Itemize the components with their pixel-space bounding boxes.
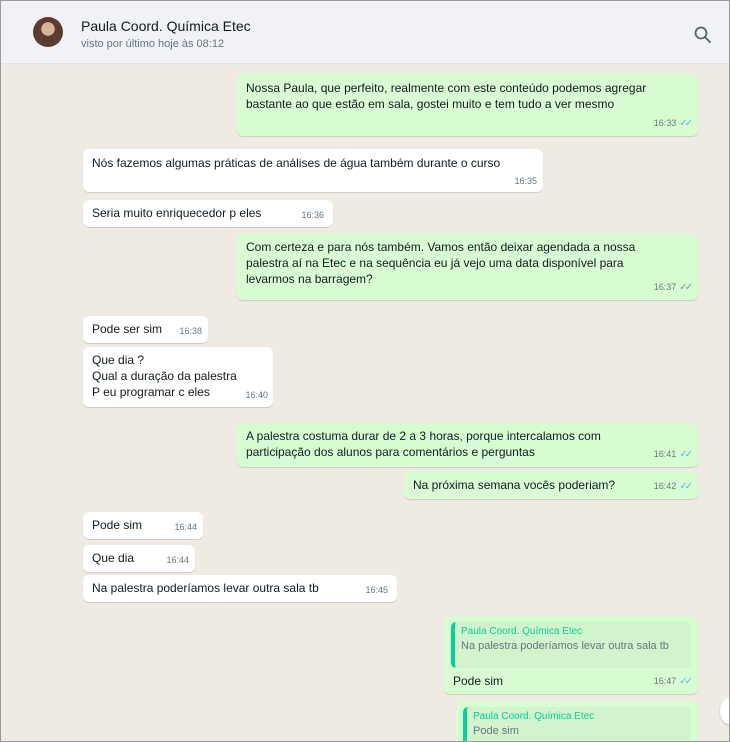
message-time: 16:45 — [365, 585, 388, 595]
message-incoming[interactable]: Pode sim 16:44 — [83, 512, 203, 539]
double-check-icon: ✓✓ — [679, 481, 693, 492]
message-meta: 16:33 ✓✓ — [653, 115, 693, 132]
message-incoming[interactable]: Que dia ? Qual a duração da palestra P e… — [83, 347, 273, 407]
chat-window: Paula Coord. Química Etec visto por últi… — [0, 0, 730, 742]
quoted-message[interactable]: Paula Coord. Química Etec Pode sim — [463, 707, 691, 741]
quoted-message[interactable]: Paula Coord. Química Etec Na palestra po… — [451, 622, 691, 668]
message-meta: 16:37 ✓✓ — [653, 279, 693, 296]
search-button[interactable] — [691, 23, 715, 47]
message-incoming[interactable]: Nós fazemos algumas práticas de análises… — [83, 149, 543, 192]
quoted-author: Paula Coord. Química Etec — [461, 626, 583, 637]
message-time: 16:36 — [301, 210, 324, 220]
quoted-author: Paula Coord. Química Etec — [473, 711, 595, 722]
message-outgoing[interactable]: Na próxima semana vocês poderiam? 16:42 ✓… — [404, 471, 698, 499]
message-outgoing-reply[interactable]: Paula Coord. Química Etec Na palestra po… — [444, 616, 698, 694]
double-check-icon: ✓✓ — [679, 118, 693, 129]
message-meta: 16:42 ✓✓ — [653, 478, 693, 495]
message-list[interactable]: Nossa Paula, que perfeito, realmente com… — [1, 64, 729, 741]
message-time: 16:44 — [166, 555, 189, 565]
quoted-text: Na palestra poderíamos levar outra sala … — [461, 640, 669, 652]
message-outgoing[interactable]: Nossa Paula, que perfeito, realmente com… — [237, 74, 698, 136]
message-time: 16:44 — [174, 522, 197, 532]
double-check-icon: ✓✓ — [679, 449, 693, 460]
message-incoming[interactable]: Pode ser sim 16:38 — [83, 316, 208, 343]
message-time: 16:38 — [179, 326, 202, 336]
chat-header: Paula Coord. Química Etec visto por últi… — [1, 1, 729, 64]
message-time: 16:33 — [653, 118, 677, 128]
message-time: 16:42 — [653, 481, 677, 491]
message-time: 16:47 — [653, 676, 677, 686]
message-outgoing[interactable]: A palestra costuma durar de 2 a 3 horas,… — [237, 423, 698, 467]
avatar[interactable] — [33, 17, 63, 47]
message-incoming[interactable]: Seria muito enriquecedor p eles 16:36 — [83, 200, 333, 227]
message-meta: 16:41 ✓✓ — [653, 446, 693, 463]
message-time: 16:40 — [245, 390, 268, 400]
message-time: 16:41 — [653, 449, 677, 459]
message-text: Nós fazemos algumas práticas de análises… — [92, 156, 501, 170]
message-text: Seria muito enriquecedor p eles — [92, 206, 262, 220]
message-time: 16:35 — [514, 176, 537, 186]
message-text: Com certeza e para nós também. Vamos ent… — [246, 240, 636, 286]
double-check-icon: ✓✓ — [679, 282, 693, 293]
double-check-icon: ✓✓ — [679, 676, 693, 687]
message-text: Que dia ? Qual a duração da palestra P e… — [92, 353, 237, 399]
message-text: Pode ser sim — [92, 322, 163, 336]
message-incoming[interactable]: Na palestra poderíamos levar outra sala … — [83, 575, 397, 602]
message-text: Na próxima semana vocês poderiam? — [413, 478, 616, 492]
contact-name[interactable]: Paula Coord. Química Etec — [81, 18, 251, 34]
message-text: A palestra costuma durar de 2 a 3 horas,… — [246, 429, 601, 459]
message-outgoing-reply[interactable]: Paula Coord. Química Etec Pode sim — [456, 701, 698, 741]
quoted-text: Pode sim — [473, 725, 519, 737]
message-text: Pode sim — [92, 518, 143, 532]
search-icon — [694, 26, 711, 43]
message-meta: 16:47 ✓✓ — [653, 673, 693, 690]
message-outgoing[interactable]: Com certeza e para nós também. Vamos ent… — [237, 234, 698, 300]
message-time: 16:37 — [653, 282, 677, 292]
message-incoming[interactable]: Que dia 16:44 — [83, 545, 195, 572]
message-text: Nossa Paula, que perfeito, realmente com… — [246, 81, 647, 111]
message-text: Que dia — [92, 551, 135, 565]
message-text: Pode sim — [453, 674, 504, 688]
message-text: Na palestra poderíamos levar outra sala … — [92, 581, 319, 595]
contact-last-seen: visto por último hoje às 08:12 — [81, 38, 225, 50]
